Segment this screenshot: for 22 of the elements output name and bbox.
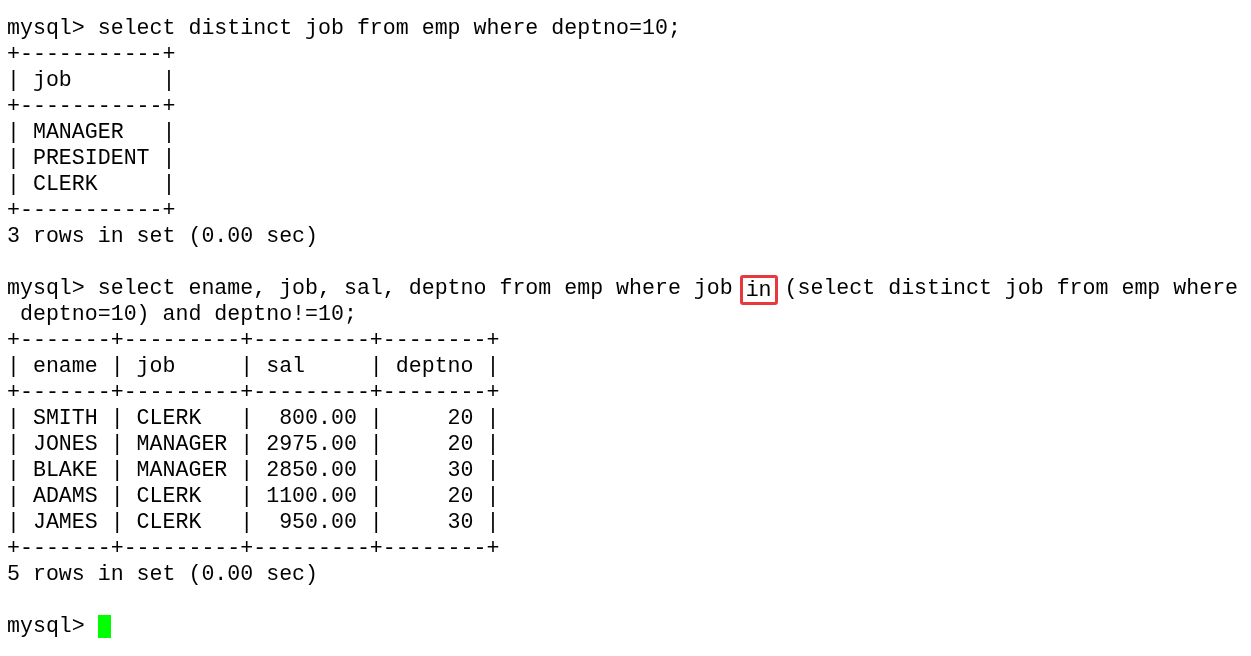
- highlighted-keyword: in: [739, 275, 778, 305]
- terminal-line: +-----------+: [7, 42, 176, 66]
- terminal-line: | MANAGER |: [7, 120, 176, 144]
- terminal-line: | ename | job | sal | deptno |: [7, 354, 500, 378]
- terminal-line: | SMITH | CLERK | 800.00 | 20 |: [7, 406, 500, 430]
- prompt-text: mysql>: [7, 613, 85, 639]
- terminal-line: +-----------+: [7, 94, 176, 118]
- terminal-line: +-------+---------+---------+--------+: [7, 328, 500, 352]
- terminal-line: | JAMES | CLERK | 950.00 | 30 |: [7, 510, 500, 534]
- terminal-line: deptno=10) and deptno!=10;: [18, 302, 357, 326]
- terminal-line: +-----------+: [7, 198, 176, 222]
- terminal-line: | PRESIDENT |: [7, 146, 176, 170]
- terminal-line: +-------+---------+---------+--------+: [7, 380, 500, 404]
- terminal-line: +-------+---------+---------+--------+: [7, 536, 500, 560]
- terminal-line: | ADAMS | CLERK | 1100.00 | 20 |: [7, 484, 500, 508]
- terminal-line: mysql> select distinct job from emp where deptno=10;: [7, 16, 681, 40]
- terminal-line: | CLERK |: [7, 172, 176, 196]
- terminal-line: 3 rows in set (0.00 sec): [7, 224, 318, 248]
- terminal-line: | BLAKE | MANAGER | 2850.00 | 30 |: [7, 458, 500, 482]
- terminal-line: 5 rows in set (0.00 sec): [7, 562, 318, 586]
- terminal-line: | job |: [7, 68, 176, 92]
- terminal-line: | JONES | MANAGER | 2975.00 | 20 |: [7, 432, 500, 456]
